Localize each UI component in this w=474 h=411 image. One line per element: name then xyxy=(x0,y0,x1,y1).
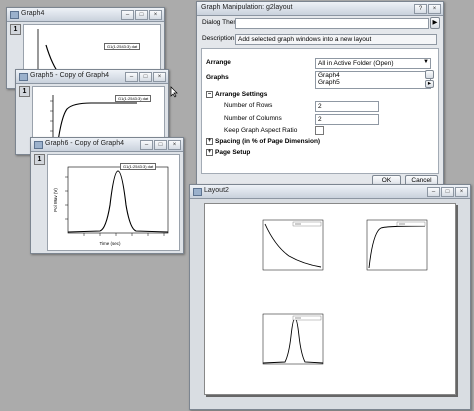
expand-icon[interactable]: + xyxy=(206,149,213,156)
spacing-title: Spacing (in % of Page Dimension) xyxy=(215,138,321,146)
rows-input[interactable]: 2 xyxy=(315,101,379,112)
minimize-button[interactable]: – xyxy=(125,72,138,82)
graphs-list-item[interactable]: Graph5 xyxy=(318,79,340,86)
layer-number-badge[interactable]: 1 xyxy=(10,24,21,35)
dialog-theme-field[interactable] xyxy=(235,18,429,29)
maximize-button[interactable]: □ xyxy=(135,10,148,20)
columns-input[interactable]: 2 xyxy=(315,114,379,125)
description-label: Description xyxy=(202,35,235,42)
dialog-title: Graph Manipulation: g2layout xyxy=(201,4,293,11)
minimize-button[interactable]: – xyxy=(140,140,153,150)
maximize-button[interactable]: □ xyxy=(441,187,454,197)
collapse-icon[interactable]: – xyxy=(206,91,213,98)
arrange-settings-section[interactable]: – Arrange Settings xyxy=(206,91,267,98)
dialog-titlebar[interactable]: Graph Manipulation: g2layout ? × xyxy=(197,2,443,16)
graph4-titlebar[interactable]: Graph4 – □ × xyxy=(7,8,164,22)
spacing-section[interactable]: + Spacing (in % of Page Dimension) xyxy=(206,138,320,145)
settings-panel: Arrange All in Active Folder (Open) ▼ Gr… xyxy=(201,48,439,174)
graph6-window[interactable]: Graph6 - Copy of Graph4 – □ × 1 Time (se… xyxy=(30,137,184,254)
expand-icon[interactable]: + xyxy=(206,138,213,145)
keep-aspect-checkbox[interactable] xyxy=(315,126,324,135)
layout-graph-peak xyxy=(262,313,324,365)
minimize-button[interactable]: – xyxy=(121,10,134,20)
keep-aspect-label: Keep Graph Aspect Ratio xyxy=(224,127,298,134)
mouse-pointer-icon xyxy=(170,86,178,98)
close-button[interactable]: × xyxy=(153,72,166,82)
graph6-xlabel: Time (sec) xyxy=(99,241,121,246)
rows-label: Number of Rows xyxy=(224,102,273,109)
layout-window-icon xyxy=(193,188,202,196)
layout2-titlebar[interactable]: Layout2 – □ × xyxy=(190,185,470,199)
layout-page[interactable] xyxy=(204,203,456,395)
arrange-select[interactable]: All in Active Folder (Open) xyxy=(315,58,431,69)
layer-number-badge[interactable]: 1 xyxy=(19,86,30,97)
g2layout-dialog[interactable]: Graph Manipulation: g2layout ? × Dialog … xyxy=(196,1,444,188)
theme-arrow-button[interactable]: ▶ xyxy=(430,17,440,29)
layout-graphs xyxy=(262,219,428,365)
maximize-button[interactable]: □ xyxy=(154,140,167,150)
graph4-legend: G1(1:2543:3) dat xyxy=(104,43,141,50)
close-button[interactable]: × xyxy=(455,187,468,197)
graph5-titlebar[interactable]: Graph5 - Copy of Graph4 – □ × xyxy=(16,70,168,84)
graph5-title: Graph5 - Copy of Graph4 xyxy=(30,72,109,79)
close-button[interactable]: × xyxy=(428,4,441,14)
graph6-page[interactable]: Time (sec) Pol Wav (V) G1(1:2543:3) dat xyxy=(47,154,180,251)
graph4-title: Graph4 xyxy=(21,10,45,17)
close-button[interactable]: × xyxy=(149,10,162,20)
graphs-listbox[interactable]: Graph4 Graph5 xyxy=(315,71,431,89)
minimize-button[interactable]: – xyxy=(427,187,440,197)
layout-graph-rise xyxy=(366,219,428,271)
graphs-expand-button[interactable]: ▸ xyxy=(425,80,434,88)
graph6-legend: G1(1:2543:3) dat xyxy=(120,163,157,170)
close-button[interactable]: × xyxy=(168,140,181,150)
help-button[interactable]: ? xyxy=(414,4,427,14)
layout2-window[interactable]: Layout2 – □ × xyxy=(189,184,471,410)
chevron-down-icon[interactable]: ▼ xyxy=(423,59,429,65)
columns-label: Number of Columns xyxy=(224,115,282,122)
arrange-label: Arrange xyxy=(206,59,231,66)
graph-window-icon xyxy=(19,73,28,81)
graph6-ylabel: Pol Wav (V) xyxy=(53,188,58,212)
layer-number-badge[interactable]: 1 xyxy=(34,154,45,165)
graph5-legend: G1(1:2543:3) dat xyxy=(115,95,152,102)
graphs-label: Graphs xyxy=(206,74,229,81)
graph6-titlebar[interactable]: Graph6 - Copy of Graph4 – □ × xyxy=(31,138,183,152)
graphs-list-item[interactable]: Graph4 xyxy=(318,72,340,79)
graph-window-icon xyxy=(34,141,43,149)
description-field: Add selected graph windows into a new la… xyxy=(235,34,437,45)
maximize-button[interactable]: □ xyxy=(139,72,152,82)
page-setup-section[interactable]: + Page Setup xyxy=(206,149,250,156)
layout-graph-decay xyxy=(262,219,324,271)
graphs-browse-button[interactable] xyxy=(425,70,434,79)
page-setup-title: Page Setup xyxy=(215,149,251,157)
arrange-settings-title: Arrange Settings xyxy=(215,91,268,99)
graph6-plot: Time (sec) Pol Wav (V) xyxy=(53,166,169,246)
graph6-title: Graph6 - Copy of Graph4 xyxy=(45,140,124,147)
graph-window-icon xyxy=(10,11,19,19)
layout2-title: Layout2 xyxy=(204,187,229,194)
